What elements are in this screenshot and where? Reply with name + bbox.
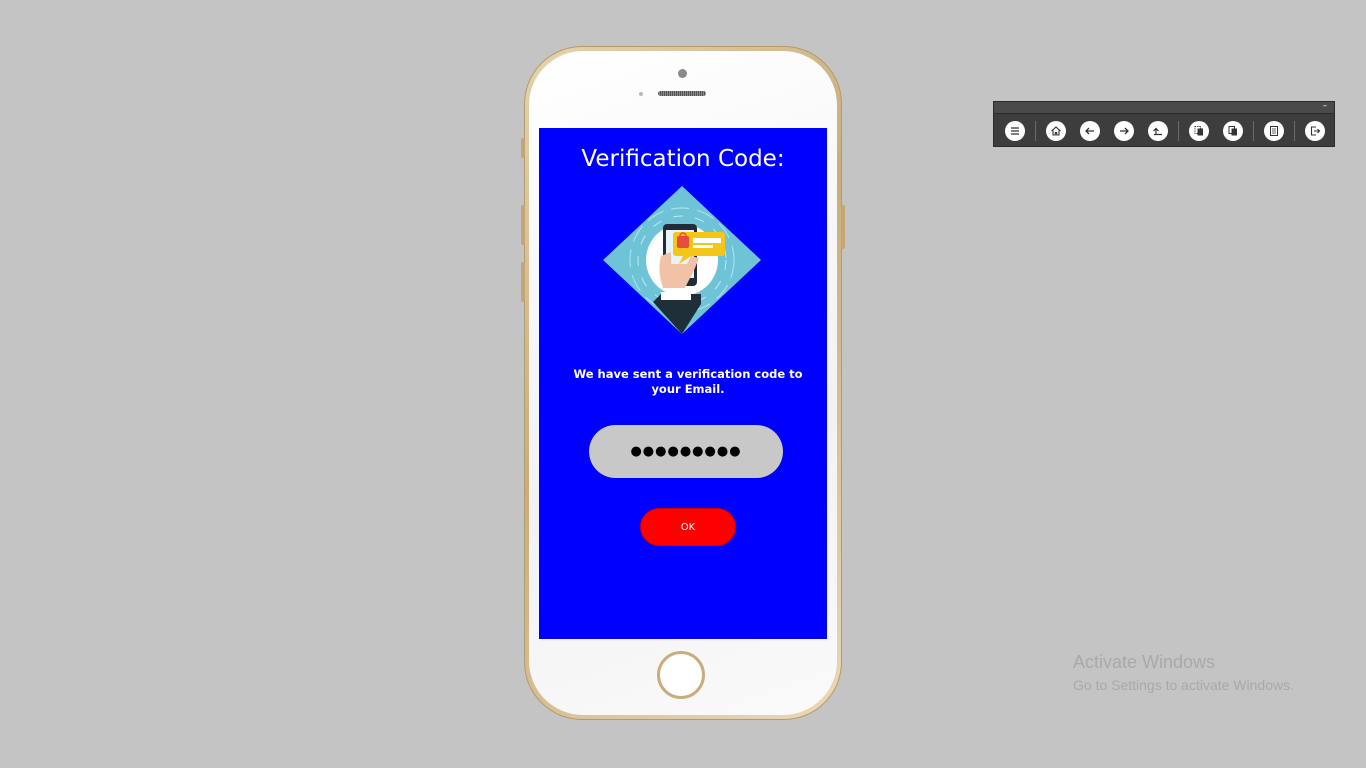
app-screen: Verification Code: We have sent a verifi… [539, 128, 827, 639]
floating-toolbar: – [993, 101, 1335, 147]
toolbar-separator [1253, 121, 1254, 141]
verification-code-input[interactable] [589, 425, 783, 478]
arrow-left-icon[interactable] [1080, 121, 1100, 141]
menu-icon[interactable] [1005, 121, 1025, 141]
return-icon[interactable] [1148, 121, 1168, 141]
paste-icon[interactable] [1223, 121, 1243, 141]
toolbar-separator [1178, 121, 1179, 141]
phone-home-button[interactable] [657, 651, 705, 699]
toolbar-minimize-button[interactable]: – [1320, 102, 1330, 112]
phone-volume-up [521, 205, 525, 245]
phone-mute-switch [521, 138, 525, 158]
earpiece-speaker [658, 91, 706, 96]
phone-volume-down [521, 262, 525, 302]
toolbar-separator [1035, 121, 1036, 141]
page-title: Verification Code: [581, 146, 785, 172]
verification-message: We have sent a verification code to your… [573, 367, 803, 396]
copy-icon[interactable] [1189, 121, 1209, 141]
document-icon[interactable] [1264, 121, 1284, 141]
activation-watermark-subtitle: Go to Settings to activate Windows. [1073, 677, 1294, 693]
exit-icon[interactable] [1305, 121, 1325, 141]
toolbar-titlebar[interactable]: – [994, 102, 1334, 114]
toolbar-separator [1294, 121, 1295, 141]
arrow-right-icon[interactable] [1114, 121, 1134, 141]
home-icon[interactable] [1046, 121, 1066, 141]
activation-watermark-title: Activate Windows [1073, 652, 1216, 672]
phone-power-button [841, 205, 845, 249]
front-camera [678, 69, 687, 78]
verification-illustration [603, 186, 761, 334]
proximity-sensor [639, 92, 643, 96]
ok-button[interactable]: OK [640, 508, 736, 546]
